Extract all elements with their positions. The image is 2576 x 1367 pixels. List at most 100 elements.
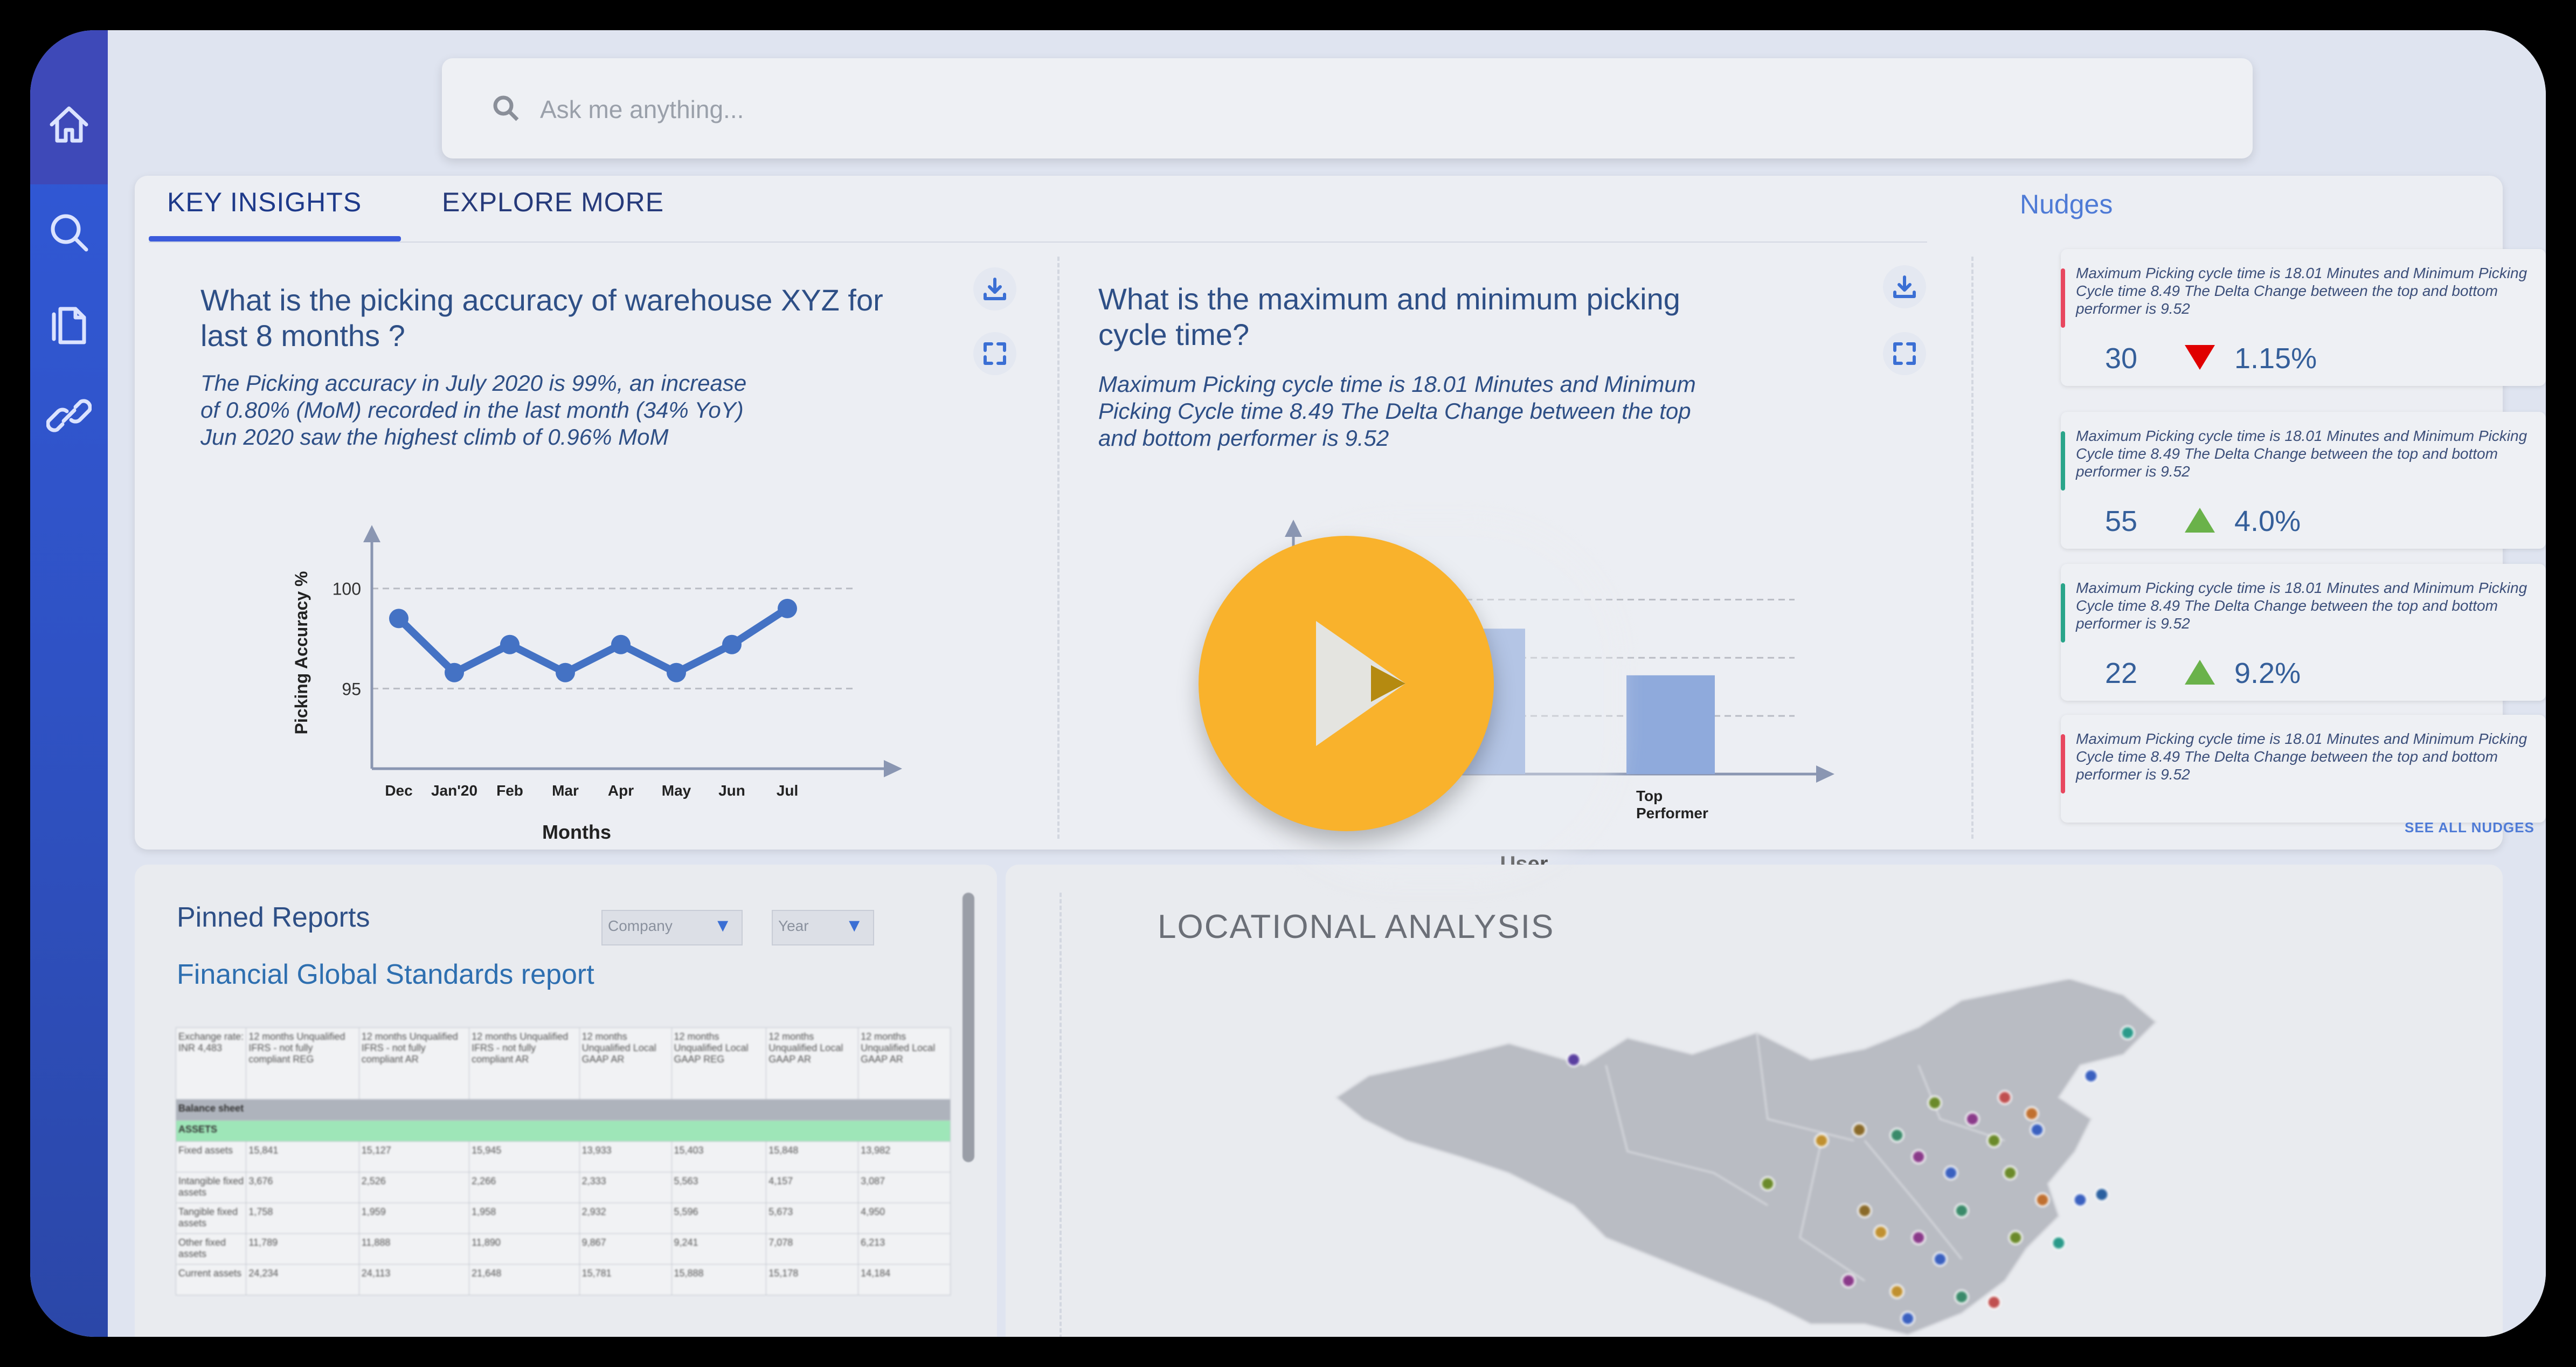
map-marker bbox=[2073, 1192, 2088, 1207]
table-cell: 3,676 bbox=[246, 1172, 359, 1203]
table-row: Tangible fixed assets 1,758 1,959 1,958 2,93… bbox=[175, 1203, 951, 1234]
device-frame: KEY INSIGHTS EXPLORE MORE Nudges What is… bbox=[0, 0, 2576, 1367]
data-point bbox=[445, 662, 464, 682]
expand-button[interactable] bbox=[1883, 332, 1926, 375]
insight-question-title: cycle time? bbox=[1098, 317, 1250, 351]
link-icon bbox=[46, 399, 92, 432]
map-marker bbox=[1911, 1230, 1926, 1245]
map-marker bbox=[2030, 1122, 2045, 1137]
table-cell: 4,950 bbox=[858, 1203, 951, 1234]
report-table: Exchange rate: INR 4,483 12 months Unqua… bbox=[175, 1027, 951, 1295]
nudge-text: Maximum Picking cycle time is 18.01 Minu… bbox=[2076, 265, 2527, 317]
nudge-count: 30 bbox=[2105, 342, 2138, 375]
map-marker bbox=[2008, 1230, 2023, 1245]
table-header-cell: 12 months Unqualified Local GAAP AR bbox=[579, 1027, 672, 1100]
see-all-nudges-link[interactable]: SEE ALL NUDGES bbox=[2405, 819, 2535, 836]
table-cell: 1,758 bbox=[246, 1203, 359, 1234]
picking-accuracy-chart: 100 95 Dec Jan'20 Feb Mar Apr May Jun Jul Months Pi… bbox=[292, 525, 902, 843]
map-marker bbox=[1943, 1165, 1958, 1180]
links-nav-button[interactable] bbox=[30, 381, 108, 451]
table-cell: 11,789 bbox=[246, 1233, 359, 1265]
play-button[interactable] bbox=[1199, 536, 1494, 831]
table-header-cell: 12 months Unqualified Local GAAP AR bbox=[766, 1027, 859, 1100]
table-cell: 24,234 bbox=[246, 1264, 359, 1295]
table-cell: 1,958 bbox=[469, 1203, 580, 1234]
report-title[interactable]: Financial Global Standards report bbox=[177, 958, 594, 991]
table-header-cell: 12 months Unqualified IFRS - not fully c… bbox=[358, 1027, 470, 1100]
x-tick-label: Jul bbox=[777, 782, 798, 799]
search-bar[interactable] bbox=[442, 58, 2253, 158]
company-dropdown[interactable]: Company ▼ bbox=[601, 910, 743, 945]
expand-button[interactable] bbox=[973, 332, 1016, 375]
table-cell: Other fixed assets bbox=[175, 1233, 247, 1265]
table-cell: 4,157 bbox=[766, 1172, 859, 1203]
divider bbox=[1060, 893, 1062, 1337]
chevron-down-icon: ▼ bbox=[845, 915, 863, 936]
pinned-reports-scrollbar[interactable] bbox=[962, 893, 974, 1162]
map-marker bbox=[1965, 1111, 1980, 1127]
nudge-percent: 1.15% bbox=[2234, 342, 2317, 375]
nudge-accent-bar bbox=[2061, 431, 2065, 491]
bar bbox=[1626, 675, 1715, 774]
table-cell: 13,982 bbox=[858, 1141, 951, 1172]
x-axis-arrow bbox=[1816, 765, 1834, 783]
year-dropdown[interactable]: Year ▼ bbox=[772, 910, 874, 945]
x-tick-label: Top bbox=[1636, 788, 1663, 804]
active-tab-underline bbox=[149, 236, 401, 241]
table-cell: 5,563 bbox=[671, 1172, 767, 1203]
y-tick-label: 100 bbox=[333, 579, 361, 599]
search-input[interactable] bbox=[539, 86, 1834, 133]
nudge-card[interactable]: Maximum Picking cycle time is 18.01 Minu… bbox=[2061, 564, 2546, 701]
table-cell: 9,241 bbox=[671, 1233, 767, 1265]
download-button[interactable] bbox=[1883, 265, 1926, 308]
play-icon bbox=[1316, 621, 1405, 746]
map-marker bbox=[1997, 1090, 2012, 1105]
x-tick-label: Jun bbox=[718, 782, 745, 799]
tab-explore-more[interactable]: EXPLORE MORE bbox=[442, 187, 664, 218]
map-marker bbox=[1889, 1284, 1905, 1299]
table-section-label: ASSETS bbox=[176, 1120, 951, 1142]
x-tick-label: Apr bbox=[608, 782, 634, 799]
tab-divider bbox=[149, 241, 1927, 243]
document-icon bbox=[52, 307, 86, 344]
table-header-cell: 12 months Unqualified IFRS - not fully c… bbox=[246, 1027, 359, 1100]
map-marker bbox=[2035, 1192, 2050, 1207]
nudge-count: 55 bbox=[2105, 505, 2138, 537]
china-map[interactable] bbox=[1283, 979, 2339, 1337]
table-section-row: ASSETS bbox=[176, 1120, 951, 1142]
map-marker bbox=[2120, 1025, 2135, 1040]
home-nav-button[interactable] bbox=[30, 89, 108, 160]
table-cell: 2,932 bbox=[579, 1203, 672, 1234]
data-point bbox=[778, 598, 797, 618]
insight-description-line: Jun 2020 saw the highest climb of 0.96% … bbox=[200, 424, 669, 450]
map-marker bbox=[2024, 1106, 2039, 1121]
insight-description-line: of 0.80% (MoM) recorded in the last mont… bbox=[200, 397, 744, 423]
table-cell: 3,087 bbox=[858, 1172, 951, 1203]
tab-key-insights[interactable]: KEY INSIGHTS bbox=[167, 187, 362, 218]
map-marker bbox=[2051, 1235, 2066, 1251]
map-marker bbox=[1857, 1203, 1872, 1218]
insight-question-title: What is the maximum and minimum picking bbox=[1098, 282, 1680, 316]
table-cell: 5,673 bbox=[766, 1203, 859, 1234]
table-header-row: Exchange rate: INR 4,483 12 months Unqua… bbox=[175, 1027, 951, 1100]
nudge-card[interactable]: Maximum Picking cycle time is 18.01 Minu… bbox=[2061, 249, 2546, 386]
map-marker bbox=[1760, 1176, 1775, 1191]
pinned-reports-title: Pinned Reports bbox=[177, 902, 370, 933]
expand-icon bbox=[984, 342, 1006, 365]
nudge-card[interactable]: Maximum Picking cycle time is 18.01 Minu… bbox=[2061, 715, 2546, 823]
data-point bbox=[611, 634, 631, 654]
nudge-count: 22 bbox=[2105, 657, 2138, 689]
download-button[interactable] bbox=[973, 267, 1016, 310]
nudge-text: Maximum Picking cycle time is 18.01 Minu… bbox=[2076, 579, 2527, 632]
y-axis-arrow bbox=[1285, 520, 1302, 537]
data-point bbox=[667, 662, 686, 682]
expand-icon bbox=[1893, 342, 1916, 365]
nudge-card[interactable]: Maximum Picking cycle time is 18.01 Minu… bbox=[2061, 412, 2546, 549]
nudges-title: Nudges bbox=[2020, 189, 2113, 219]
table-section-row: Balance sheet bbox=[176, 1099, 951, 1121]
company-dropdown-label: Company bbox=[608, 917, 673, 934]
documents-nav-button[interactable] bbox=[30, 289, 108, 359]
search-nav-button[interactable] bbox=[30, 197, 108, 267]
map-marker bbox=[2003, 1165, 2018, 1180]
x-tick-label: Mar bbox=[552, 782, 579, 799]
